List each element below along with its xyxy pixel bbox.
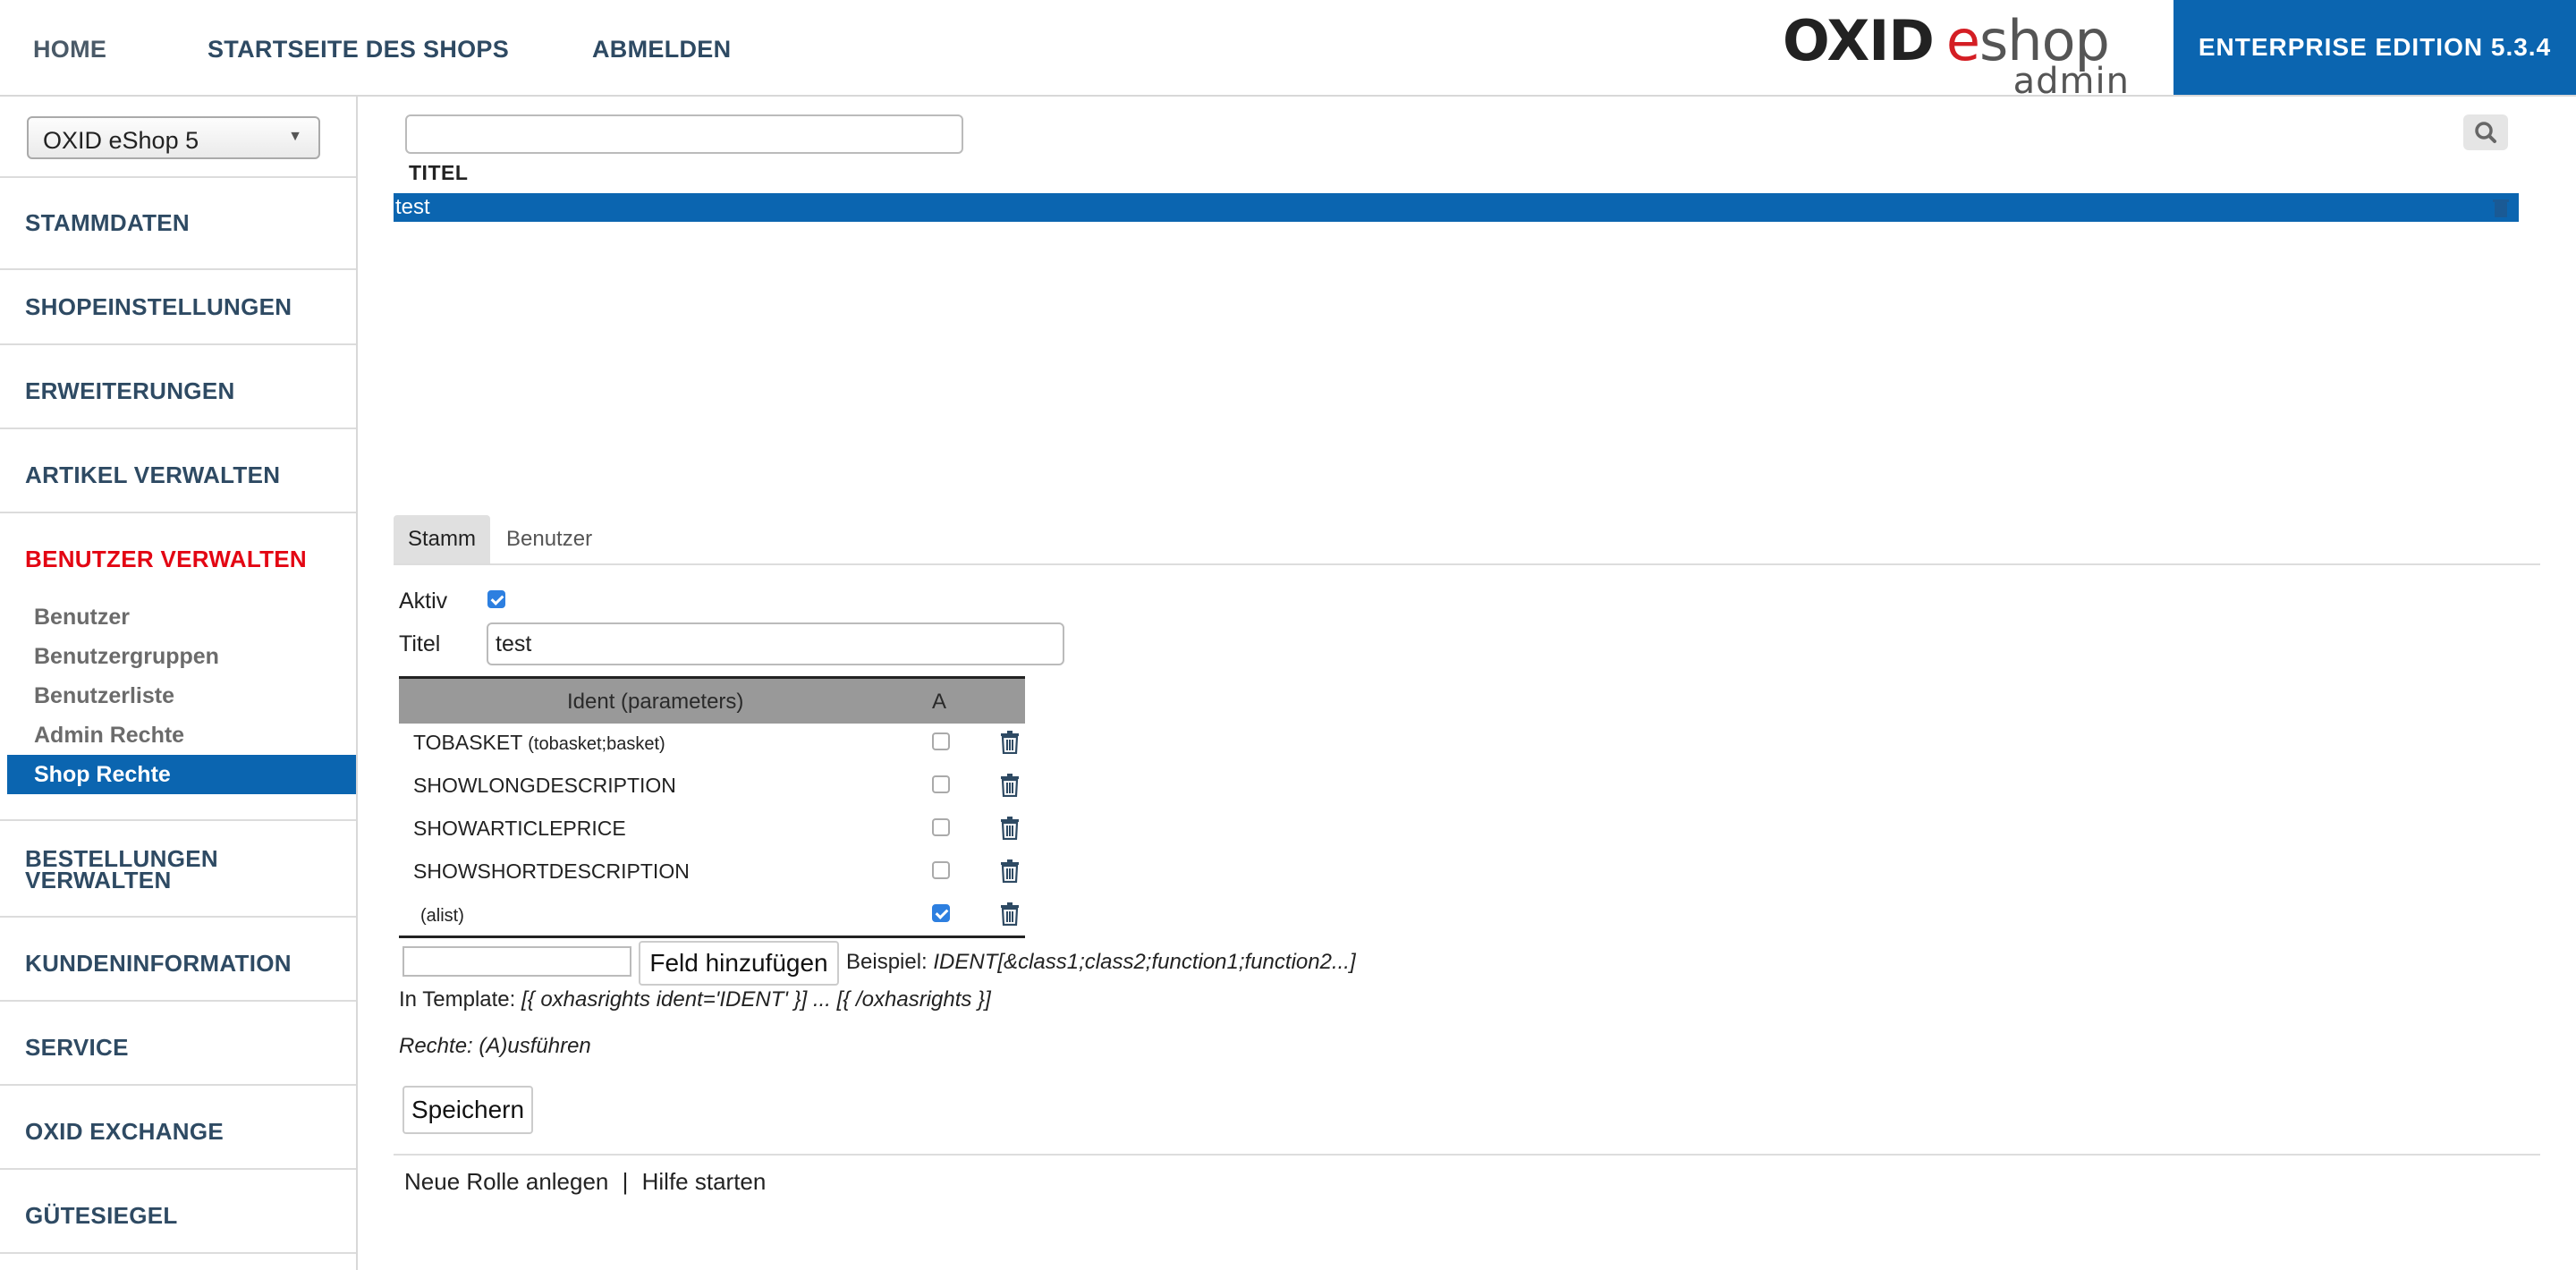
- sidebar-item-bestellungen-verwalten[interactable]: BESTELLUNGEN VERWALTEN: [25, 847, 218, 893]
- right-ident: (alist): [420, 902, 464, 927]
- trash-icon[interactable]: [1000, 859, 1020, 883]
- example-code: IDENT[&class1;class2;function1;function2…: [933, 950, 1356, 974]
- sidebar-item-erweiterungen[interactable]: ERWEITERUNGEN: [25, 379, 235, 402]
- right-ident: SHOWSHORTDESCRIPTION: [413, 859, 690, 884]
- right-ident-params: (tobasket;basket): [528, 734, 665, 754]
- right-ident-name: SHOWSHORTDESCRIPTION: [413, 859, 690, 883]
- trash-icon[interactable]: [1000, 774, 1020, 797]
- sidebar-subitem-benutzer[interactable]: Benutzer: [34, 605, 130, 631]
- divider: [0, 819, 356, 821]
- chevron-down-icon: ▼: [288, 129, 302, 144]
- divider: [0, 343, 356, 345]
- sidebar: OXID eShop 5 ▼ STAMMDATEN SHOPEINSTELLUN…: [0, 97, 358, 1270]
- table-row: SHOWLONGDESCRIPTION: [399, 764, 1025, 807]
- divider: [394, 563, 2540, 565]
- search-icon: [2475, 122, 2496, 143]
- bottom-actions: Neue Rolle anlegen | Hilfe starten: [404, 1168, 766, 1196]
- column-header-ident: Ident (parameters): [567, 690, 744, 714]
- aktiv-label: Aktiv: [399, 588, 448, 614]
- divider: [0, 176, 356, 178]
- add-field-button[interactable]: Feld hinzufügen: [639, 941, 839, 986]
- edition-badge: ENTERPRISE EDITION 5.3.4: [2174, 0, 2576, 95]
- example-prefix: Beispiel:: [846, 950, 934, 974]
- logo-admin-text: admin: [2012, 61, 2130, 102]
- right-a-checkbox[interactable]: [932, 732, 950, 750]
- template-hint: In Template: [{ oxhasrights ident='IDENT…: [399, 987, 991, 1012]
- right-ident-name: SHOWLONGDESCRIPTION: [413, 774, 676, 797]
- right-ident-name: TOBASKET: [413, 731, 522, 754]
- sidebar-subitem-shop-rechte[interactable]: Shop Rechte: [7, 755, 356, 794]
- search-button[interactable]: [2463, 114, 2508, 150]
- shop-select-value: OXID eShop 5: [43, 127, 199, 154]
- right-ident-params: (alist): [420, 906, 464, 926]
- divider: [0, 916, 356, 918]
- template-code: [{ oxhasrights ident='IDENT' }] ... [{ /…: [521, 987, 991, 1012]
- delete-icon[interactable]: [2492, 197, 2510, 218]
- table-row: (alist): [399, 893, 1025, 936]
- right-a-checkbox[interactable]: [932, 861, 950, 879]
- column-header-a: A: [932, 690, 947, 714]
- divider: [0, 512, 356, 513]
- right-a-checkbox[interactable]: [932, 818, 950, 836]
- nav-home-link[interactable]: HOME: [33, 36, 106, 64]
- sidebar-item-benutzer-verwalten[interactable]: BENUTZER VERWALTEN: [25, 547, 307, 571]
- trash-icon[interactable]: [1000, 731, 1020, 754]
- tab-benutzer[interactable]: Benutzer: [506, 515, 592, 563]
- template-prefix: In Template:: [399, 987, 521, 1012]
- logo-oxid-text: OXID: [1783, 8, 1935, 73]
- nav-shop-start-link[interactable]: STARTSEITE DES SHOPS: [208, 36, 509, 64]
- right-a-checkbox[interactable]: [932, 775, 950, 793]
- rights-table-header: Ident (parameters) A: [399, 676, 1025, 724]
- titel-field[interactable]: [487, 622, 1064, 665]
- table-row: TOBASKET (tobasket;basket): [399, 721, 1025, 764]
- sidebar-item-service[interactable]: SERVICE: [25, 1036, 129, 1059]
- sidebar-item-stammdaten[interactable]: STAMMDATEN: [25, 211, 190, 234]
- sidebar-subitem-benutzerliste[interactable]: Benutzerliste: [34, 683, 174, 709]
- divider: [0, 1168, 356, 1170]
- oxid-eshop-admin-logo: OXID eshop admin: [1775, 13, 2133, 103]
- nav-logout-link[interactable]: ABMELDEN: [592, 36, 731, 64]
- aktiv-checkbox[interactable]: [487, 590, 505, 608]
- top-bar: HOME STARTSEITE DES SHOPS ABMELDEN OXID e…: [0, 0, 2576, 103]
- divider: [0, 1252, 356, 1254]
- table-row: SHOWARTICLEPRICE: [399, 807, 1025, 850]
- sidebar-item-guetesiegel[interactable]: GÜTESIEGEL: [25, 1204, 178, 1227]
- sidebar-item-oxid-exchange[interactable]: OXID EXCHANGE: [25, 1120, 224, 1143]
- sidebar-subitem-admin-rechte[interactable]: Admin Rechte: [34, 723, 184, 749]
- table-row: SHOWSHORTDESCRIPTION: [399, 850, 1025, 893]
- sidebar-item-kundeninformation[interactable]: KUNDENINFORMATION: [25, 952, 292, 975]
- divider: [0, 268, 356, 270]
- sidebar-item-artikel-verwalten[interactable]: ARTIKEL VERWALTEN: [25, 463, 280, 487]
- sidebar-subitem-benutzergruppen[interactable]: Benutzergruppen: [34, 644, 219, 670]
- list-row[interactable]: test: [394, 193, 2519, 222]
- title-search-input[interactable]: [405, 114, 963, 154]
- new-right-input[interactable]: [402, 946, 631, 977]
- sidebar-item-label: VERWALTEN: [25, 867, 172, 893]
- titel-label: Titel: [399, 631, 441, 656]
- example-hint: Beispiel: IDENT[&class1;class2;function1…: [846, 950, 1356, 975]
- sidebar-item-shopeinstellungen[interactable]: SHOPEINSTELLUNGEN: [25, 295, 292, 318]
- tab-stamm[interactable]: Stamm: [394, 515, 490, 563]
- trash-icon[interactable]: [1000, 817, 1020, 840]
- right-ident: SHOWLONGDESCRIPTION: [413, 774, 676, 798]
- divider: [399, 936, 1025, 938]
- right-a-checkbox[interactable]: [932, 904, 950, 922]
- help-link[interactable]: Hilfe starten: [642, 1168, 767, 1195]
- divider: [0, 1084, 356, 1086]
- divider: [394, 1154, 2540, 1156]
- right-ident: TOBASKET (tobasket;basket): [413, 731, 665, 755]
- logo-e-text: e: [1945, 8, 1980, 73]
- shop-select[interactable]: OXID eShop 5 ▼: [27, 116, 320, 159]
- column-header-titel[interactable]: TITEL: [409, 161, 468, 185]
- trash-icon[interactable]: [1000, 902, 1020, 926]
- list-row-title: test: [395, 195, 430, 219]
- rights-legend: Rechte: (A)usführen: [399, 1034, 591, 1058]
- divider: [0, 428, 356, 429]
- right-ident: SHOWARTICLEPRICE: [413, 817, 626, 841]
- save-button[interactable]: Speichern: [402, 1086, 533, 1134]
- divider: [0, 1000, 356, 1002]
- right-ident-name: SHOWARTICLEPRICE: [413, 817, 626, 840]
- link-separator: |: [622, 1168, 629, 1195]
- new-role-link[interactable]: Neue Rolle anlegen: [404, 1168, 608, 1195]
